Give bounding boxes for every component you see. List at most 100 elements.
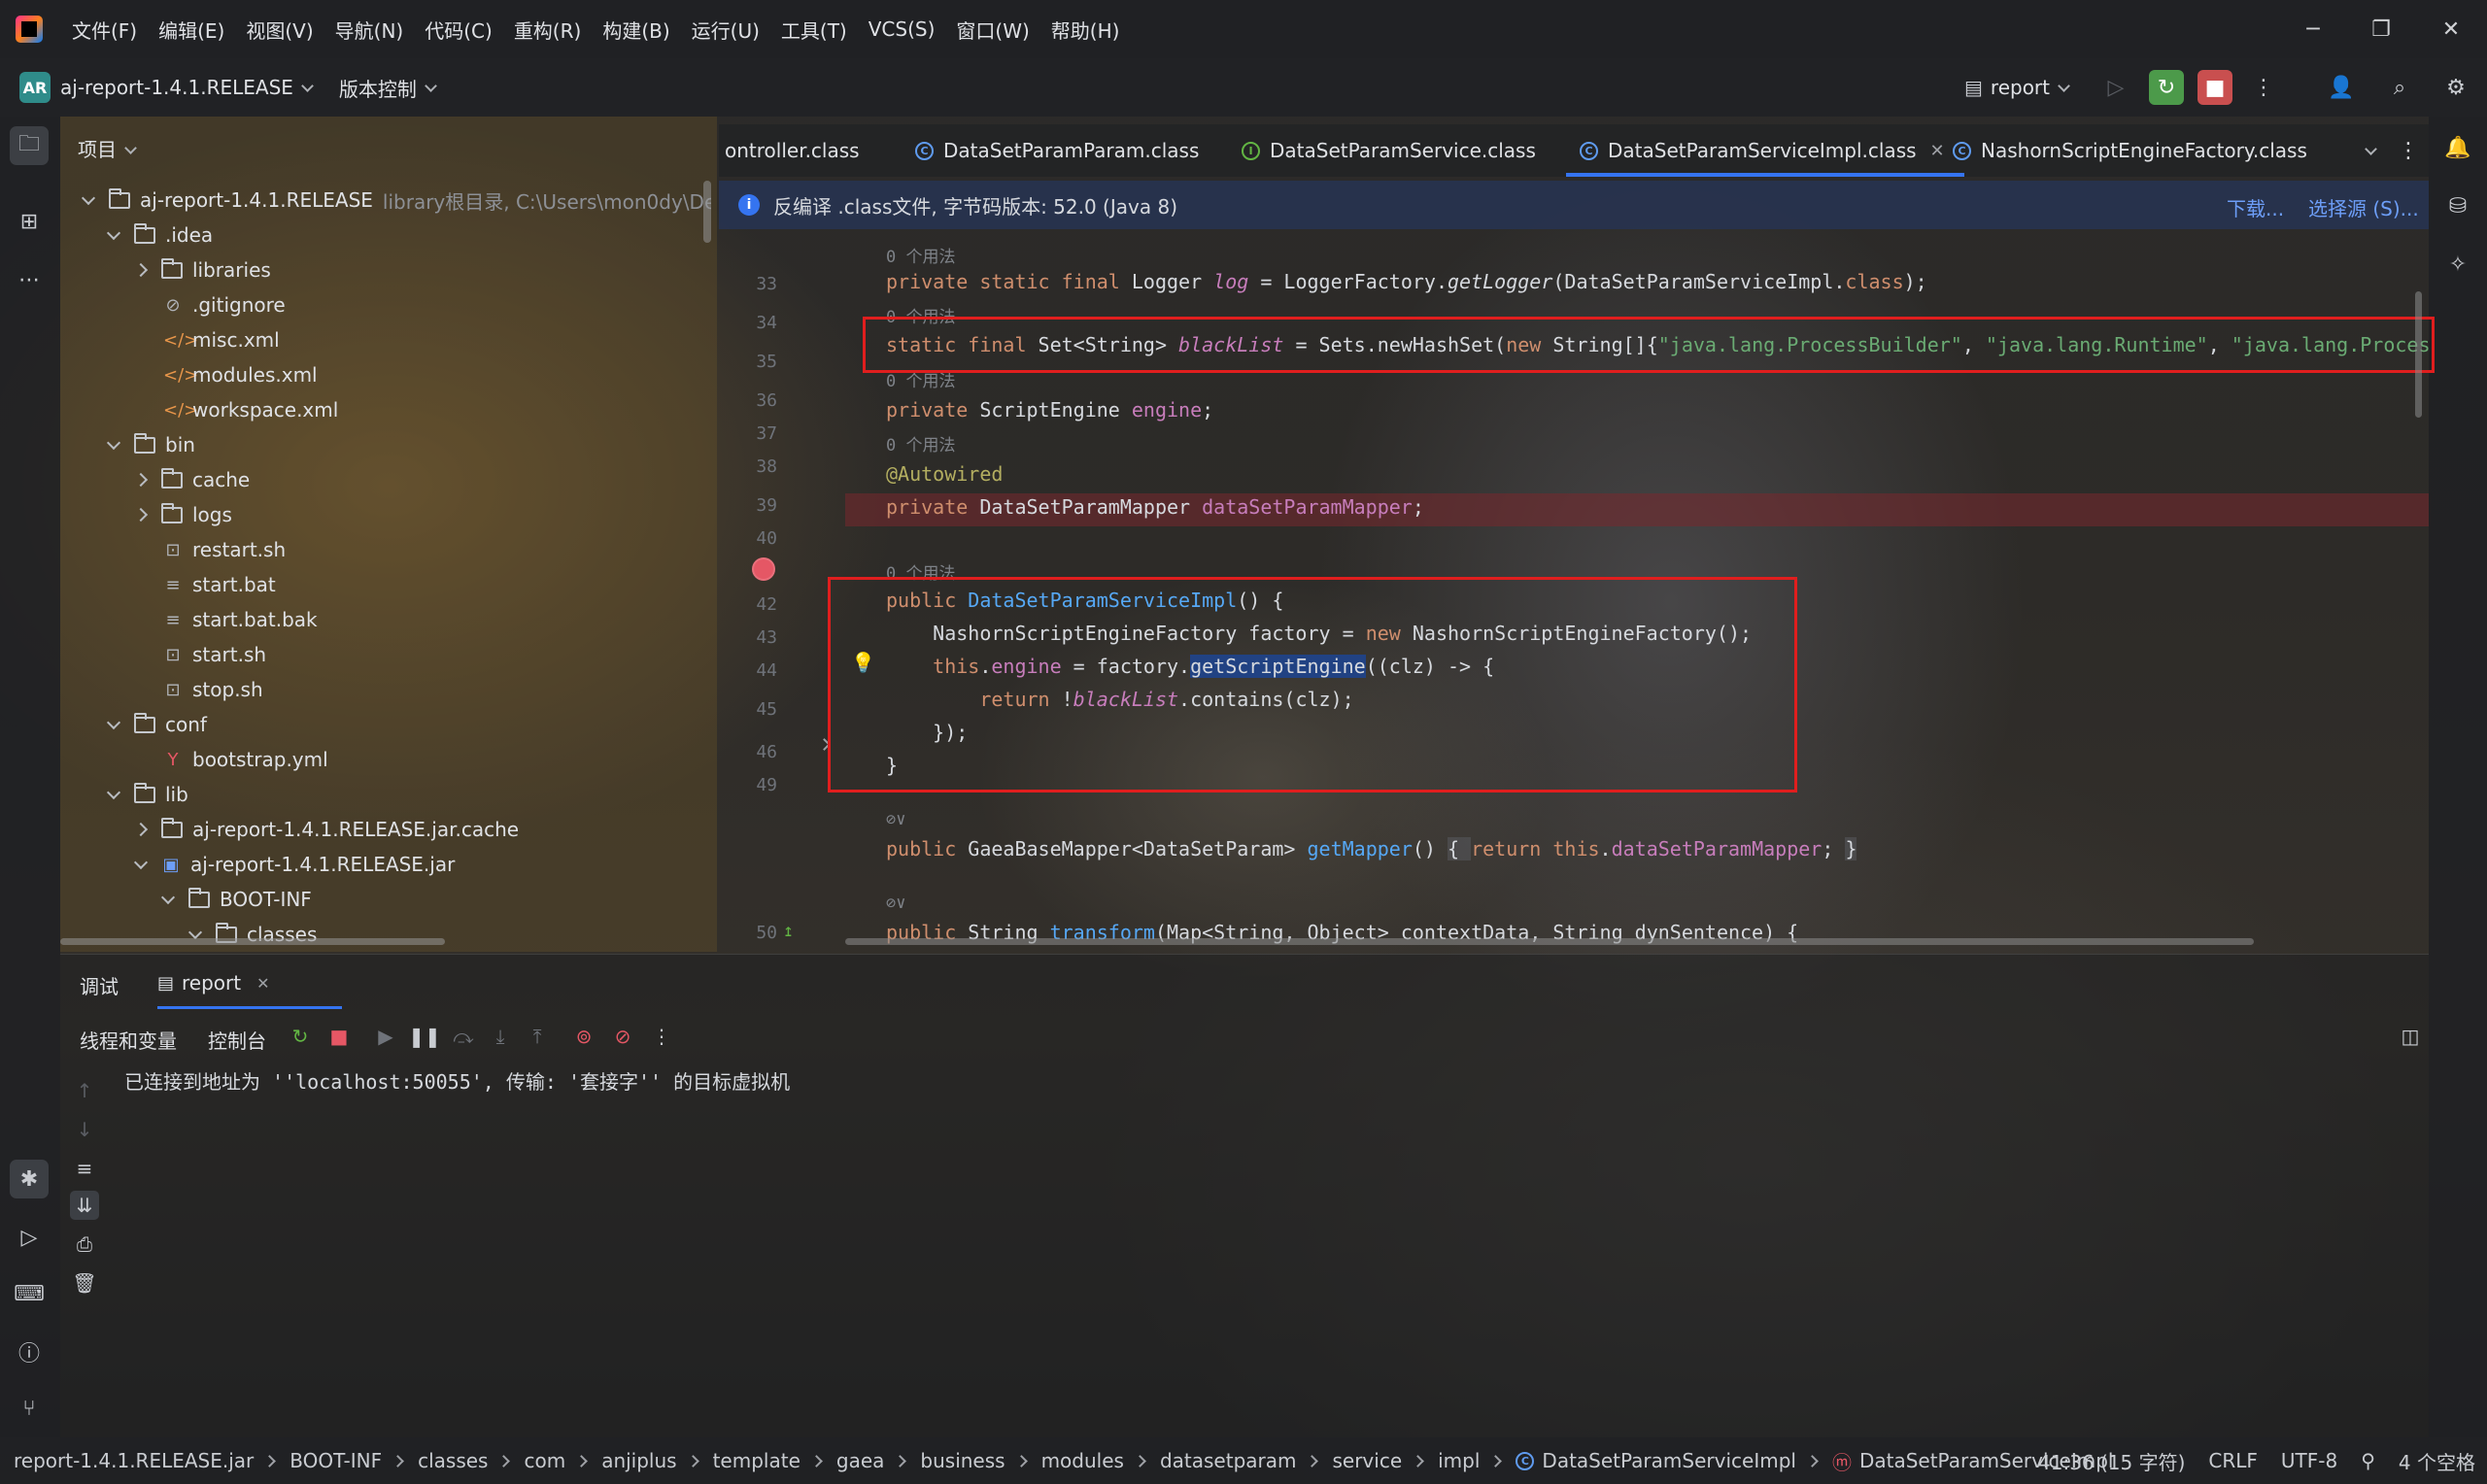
tree-item-workspace-xml[interactable]: </> workspace.xml	[163, 392, 338, 427]
chevron-down-icon[interactable]	[187, 925, 203, 939]
editor-vscrollbar[interactable]	[2415, 291, 2422, 418]
project-folder-icon[interactable]: 🗀	[10, 126, 49, 165]
run-services-icon[interactable]: ▷	[10, 1218, 49, 1257]
menu-build[interactable]: 构建(B)	[602, 16, 669, 44]
breadcrumb-item[interactable]: report-1.4.1.RELEASE.jar	[14, 1449, 254, 1472]
breadcrumb-item[interactable]: datasetparam	[1160, 1449, 1297, 1472]
breadcrumb-item[interactable]: classes	[418, 1449, 488, 1472]
breadcrumb-item[interactable]: com	[524, 1449, 565, 1472]
tree-item-conf[interactable]: conf	[106, 707, 207, 742]
tree-item-boot-inf[interactable]: BOOT-INF	[160, 882, 312, 917]
settings-gear-icon[interactable]: ⚙	[2438, 70, 2473, 105]
code-line-35[interactable]: private ScriptEngine engine;	[886, 398, 1213, 422]
tab-console[interactable]: 控制台	[208, 1026, 266, 1054]
pause-icon[interactable]: ❚❚	[408, 1022, 441, 1051]
stop-icon[interactable]: ■	[324, 1022, 354, 1051]
tree-item-start-bat-bak[interactable]: ≡ start.bat.bak	[163, 602, 317, 637]
problems-icon[interactable]: ⓘ	[10, 1332, 49, 1371]
mute-breakpoints-icon[interactable]: ⊘	[608, 1022, 637, 1051]
menu-tools[interactable]: 工具(T)	[781, 16, 847, 44]
database-icon[interactable]: ⛁	[2438, 186, 2477, 225]
file-encoding[interactable]: UTF-8	[2281, 1449, 2337, 1472]
ai-assistant-icon[interactable]: ✧	[2438, 245, 2477, 284]
rerun-debug-icon[interactable]: ↻	[2149, 70, 2184, 105]
breadcrumb-item[interactable]: template	[713, 1449, 801, 1472]
tab-threads-variables[interactable]: 线程和变量	[80, 1026, 177, 1054]
terminal-icon[interactable]: ⌨	[10, 1274, 49, 1313]
add-user-icon[interactable]: 👤	[2324, 70, 2359, 105]
step-over-icon[interactable]: ⤼	[449, 1022, 478, 1051]
fold-hint[interactable]: ⊘∨	[886, 810, 905, 829]
debug-bug-icon[interactable]: ✱	[10, 1160, 49, 1198]
caret-position[interactable]: 41:36 (15 字符)	[2038, 1447, 2185, 1475]
search-icon[interactable]: ⌕	[2382, 70, 2417, 105]
tab-nashornscriptenginefactory-class[interactable]: C NashornScriptEngineFactory.class	[1953, 124, 2307, 177]
structure-icon[interactable]: ⊞	[10, 202, 49, 241]
breadcrumb-item[interactable]: anjiplus	[601, 1449, 676, 1472]
tree-item-modules-xml[interactable]: </> modules.xml	[163, 357, 318, 392]
tree-item-gitignore[interactable]: ⊘ .gitignore	[163, 287, 285, 322]
line-separator[interactable]: CRLF	[2208, 1449, 2258, 1472]
chevron-right-icon[interactable]	[133, 262, 149, 278]
menu-file[interactable]: 文件(F)	[72, 16, 137, 44]
tab-datasetparamserviceimpl-class[interactable]: C DataSetParamServiceImpl.class ✕	[1566, 124, 1964, 177]
editor-hscrollbar[interactable]	[845, 938, 2254, 945]
breadcrumb-item[interactable]: business	[920, 1449, 1005, 1472]
breadcrumb-item[interactable]: impl	[1438, 1449, 1480, 1472]
minimize-icon[interactable]: ─	[2279, 0, 2347, 58]
print-icon[interactable]: ⎙	[70, 1230, 99, 1259]
choose-sources-link[interactable]: 选择源 (S)...	[2308, 193, 2419, 221]
run-icon[interactable]: ▷	[2098, 70, 2133, 105]
notifications-bell-icon[interactable]: 🔔	[2438, 128, 2477, 167]
scroll-down-icon[interactable]: ↓	[70, 1115, 99, 1144]
readonly-lock-icon[interactable]: ⚲	[2361, 1449, 2375, 1472]
clear-console-icon[interactable]: 🗑	[70, 1268, 99, 1298]
code-line-36[interactable]: @Autowired	[886, 462, 1003, 486]
chevron-right-icon[interactable]	[133, 822, 149, 837]
tab-datasetparamservice-class[interactable]: I DataSetParamService.class	[1242, 124, 1536, 177]
chevron-right-icon[interactable]	[133, 472, 149, 488]
stop-icon[interactable]: ■	[2197, 70, 2232, 105]
menu-vcs[interactable]: VCS(S)	[869, 17, 936, 41]
breadcrumb-item[interactable]: gaea	[836, 1449, 885, 1472]
menu-view[interactable]: 视图(V)	[246, 16, 313, 44]
tree-item-stop-sh[interactable]: ⊡ stop.sh	[163, 672, 262, 707]
tree-item-jar[interactable]: ▣ aj-report-1.4.1.RELEASE.jar	[133, 847, 455, 882]
soft-wrap-icon[interactable]: ≡	[70, 1154, 99, 1183]
more-tools-icon[interactable]: ⋯	[10, 260, 49, 299]
tree-item-bin[interactable]: bin	[106, 427, 195, 462]
breakpoint-icon[interactable]	[752, 557, 775, 581]
menu-help[interactable]: 帮助(H)	[1051, 16, 1120, 44]
project-panel-header[interactable]: 项目	[78, 134, 137, 162]
project-badge[interactable]: AR	[19, 72, 51, 103]
chevron-down-icon[interactable]	[425, 79, 437, 92]
tree-item-logs[interactable]: logs	[133, 497, 232, 532]
chevron-down-icon[interactable]	[301, 79, 314, 92]
tree-item-bootstrap-yml[interactable]: Ybootstrap.yml	[163, 742, 328, 777]
tab-more-icon[interactable]: ⋮	[2398, 124, 2419, 177]
breadcrumb-item[interactable]: modules	[1041, 1449, 1124, 1472]
usage-hint[interactable]: 0 个用法	[886, 431, 955, 455]
restore-icon[interactable]: ❐	[2347, 0, 2415, 58]
menu-refactor[interactable]: 重构(R)	[514, 16, 582, 44]
chevron-down-icon[interactable]	[106, 435, 121, 450]
project-selector[interactable]: aj-report-1.4.1.RELEASE	[60, 76, 293, 99]
git-branch-icon[interactable]: ⑂	[10, 1389, 49, 1428]
chevron-down-icon[interactable]	[133, 855, 149, 869]
more-icon[interactable]: ⋮	[647, 1022, 676, 1051]
chevron-down-icon[interactable]	[160, 890, 176, 904]
indent-setting[interactable]: 4 个空格	[2399, 1447, 2475, 1475]
scroll-up-icon[interactable]: ↑	[70, 1076, 99, 1105]
implements-method-icon[interactable]: ↥	[783, 921, 794, 941]
code-line-33[interactable]: private static final Logger log = Logger…	[886, 270, 1927, 293]
view-breakpoints-icon[interactable]: ⊚	[569, 1022, 598, 1051]
tab-list-dropdown[interactable]	[2357, 124, 2377, 177]
code-line-37[interactable]: private DataSetParamMapper dataSetParamM…	[886, 495, 1424, 519]
breadcrumb-item[interactable]: DataSetParamServiceImpl	[1542, 1449, 1796, 1472]
menu-edit[interactable]: 编辑(E)	[158, 16, 224, 44]
tree-item-restart-sh[interactable]: ⊡ restart.sh	[163, 532, 286, 567]
tree-item-misc-xml[interactable]: </> misc.xml	[163, 322, 280, 357]
step-out-icon[interactable]: ⤒	[523, 1022, 552, 1051]
tree-item-lib[interactable]: lib	[106, 777, 188, 812]
more-icon[interactable]: ⋮	[2246, 70, 2281, 105]
